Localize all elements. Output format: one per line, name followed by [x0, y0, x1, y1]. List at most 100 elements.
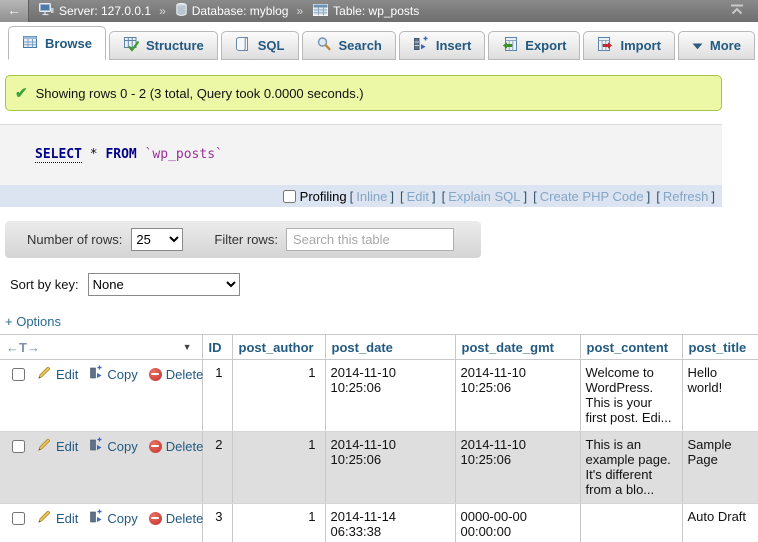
row-checkbox[interactable]: [12, 512, 25, 525]
tab-import[interactable]: Import: [583, 31, 674, 60]
copy-label: Copy: [107, 367, 137, 382]
edit-link[interactable]: Edit: [37, 509, 78, 527]
table-row: Edit Copy Delete 3 1 2014-11-14 06:33:38…: [0, 504, 758, 542]
back-button[interactable]: ←: [0, 0, 29, 22]
delete-link[interactable]: Delete: [149, 439, 204, 454]
row-checkbox[interactable]: [12, 368, 25, 381]
bracket: [: [400, 189, 404, 204]
row-checkbox[interactable]: [12, 440, 25, 453]
bracket: ]: [711, 189, 715, 204]
column-header-post-content[interactable]: post_content: [580, 335, 682, 360]
bracket: [: [350, 189, 354, 204]
cell-post-date[interactable]: 2014-11-10 10:25:06: [325, 432, 455, 504]
bracket: ]: [390, 189, 394, 204]
breadcrumb-separator: »: [159, 4, 166, 18]
cell-id[interactable]: 1: [202, 360, 232, 432]
cell-post-date[interactable]: 2014-11-14 06:33:38: [325, 504, 455, 542]
edit-label: Edit: [56, 439, 78, 454]
tab-label: Export: [525, 38, 566, 53]
delete-link[interactable]: Delete: [149, 511, 204, 526]
tab-label: Insert: [436, 38, 471, 53]
cell-post-content[interactable]: Welcome to WordPress. This is your first…: [580, 360, 682, 432]
breadcrumb-server[interactable]: Server: 127.0.0.1: [39, 3, 151, 19]
insert-row-icon: [413, 36, 429, 55]
tab-more[interactable]: More: [678, 31, 755, 60]
table-icon: [313, 4, 328, 19]
cell-id[interactable]: 2: [202, 432, 232, 504]
bracket: [: [533, 189, 537, 204]
table-row: Edit Copy Delete 2 1 2014-11-10 10:25:06…: [0, 432, 758, 504]
create-php-code-link[interactable]: Create PHP Code: [540, 189, 644, 204]
cell-post-date[interactable]: 2014-11-10 10:25:06: [325, 360, 455, 432]
row-actions-cell: Edit Copy Delete: [0, 432, 202, 504]
edit-link[interactable]: Edit: [37, 365, 78, 383]
sql-star: *: [90, 147, 98, 162]
copy-link[interactable]: Copy: [89, 509, 137, 527]
header-dropdown-icon[interactable]: ▼: [183, 342, 192, 352]
profiling-checkbox[interactable]: [283, 190, 296, 203]
export-icon: [502, 36, 518, 55]
results-table: ←T→ ▼ ID post_author post_date post_date…: [0, 334, 758, 542]
copy-link[interactable]: Copy: [89, 365, 137, 383]
breadcrumb-table[interactable]: Table: wp_posts: [313, 4, 419, 19]
edit-label: Edit: [56, 511, 78, 526]
tab-label: Search: [339, 38, 382, 53]
options-toggle-link[interactable]: + Options: [5, 314, 61, 329]
copy-icon: [89, 437, 103, 455]
tab-label: More: [710, 38, 741, 53]
status-message-text: Showing rows 0 - 2 (3 total, Query took …: [36, 86, 364, 101]
filter-rows-input[interactable]: [286, 228, 454, 251]
cell-post-author[interactable]: 1: [232, 360, 325, 432]
copy-link[interactable]: Copy: [89, 437, 137, 455]
column-header-post-date[interactable]: post_date: [325, 335, 455, 360]
edit-query-link[interactable]: Edit: [407, 189, 429, 204]
column-header-post-title[interactable]: post_title: [682, 335, 758, 360]
tab-browse[interactable]: Browse: [8, 26, 106, 60]
tab-search[interactable]: Search: [302, 31, 396, 60]
cell-post-title[interactable]: Auto Draft: [682, 504, 758, 542]
cell-post-date-gmt[interactable]: 2014-11-10 10:25:06: [455, 360, 580, 432]
search-icon: [316, 36, 332, 55]
refresh-link[interactable]: Refresh: [663, 189, 709, 204]
bracket: ]: [524, 189, 528, 204]
sql-query-box: SELECT * FROM `wp_posts`: [0, 125, 722, 185]
sql-keyword-select[interactable]: SELECT: [35, 147, 82, 163]
cell-post-content[interactable]: [580, 504, 682, 542]
copy-label: Copy: [107, 511, 137, 526]
table-structure-icon: [123, 36, 139, 55]
tab-export[interactable]: Export: [488, 31, 580, 60]
number-of-rows-label: Number of rows:: [27, 232, 122, 247]
column-header-id[interactable]: ID: [202, 335, 232, 360]
cell-id[interactable]: 3: [202, 504, 232, 542]
main-content: ✔ Showing rows 0 - 2 (3 total, Query too…: [0, 75, 722, 329]
cell-post-author[interactable]: 1: [232, 504, 325, 542]
tab-label: SQL: [258, 38, 285, 53]
collapse-topbar-button[interactable]: [730, 4, 744, 18]
cell-post-date-gmt[interactable]: 0000-00-00 00:00:00: [455, 504, 580, 542]
cell-post-author[interactable]: 1: [232, 432, 325, 504]
number-of-rows-select[interactable]: 25: [131, 228, 183, 251]
explain-sql-link[interactable]: Explain SQL: [448, 189, 520, 204]
bracket: [: [442, 189, 446, 204]
delete-icon: [149, 368, 162, 381]
rows-filter-panel: Number of rows: 25 Filter rows:: [5, 221, 481, 258]
import-icon: [597, 36, 613, 55]
tab-bar: Browse Structure SQL Search Insert Expor…: [0, 22, 758, 60]
cell-post-title[interactable]: Sample Page: [682, 432, 758, 504]
tab-structure[interactable]: Structure: [109, 31, 218, 60]
inline-link[interactable]: Inline: [356, 189, 387, 204]
edit-link[interactable]: Edit: [37, 437, 78, 455]
tab-insert[interactable]: Insert: [399, 31, 485, 60]
cell-post-date-gmt[interactable]: 2014-11-10 10:25:06: [455, 432, 580, 504]
sort-by-key-select[interactable]: None: [88, 273, 240, 296]
pencil-icon: [37, 437, 52, 455]
breadcrumb-database[interactable]: Database: myblog: [176, 3, 289, 19]
cell-post-title[interactable]: Hello world!: [682, 360, 758, 432]
column-header-post-date-gmt[interactable]: post_date_gmt: [455, 335, 580, 360]
breadcrumb: ← Server: 127.0.0.1 » Database: myblog »…: [0, 0, 758, 22]
tab-sql[interactable]: SQL: [221, 31, 299, 60]
cell-post-content[interactable]: This is an example page. It's different …: [580, 432, 682, 504]
delete-link[interactable]: Delete: [149, 367, 204, 382]
column-header-post-author[interactable]: post_author: [232, 335, 325, 360]
select-all-header[interactable]: ←T→ ▼: [0, 335, 202, 360]
